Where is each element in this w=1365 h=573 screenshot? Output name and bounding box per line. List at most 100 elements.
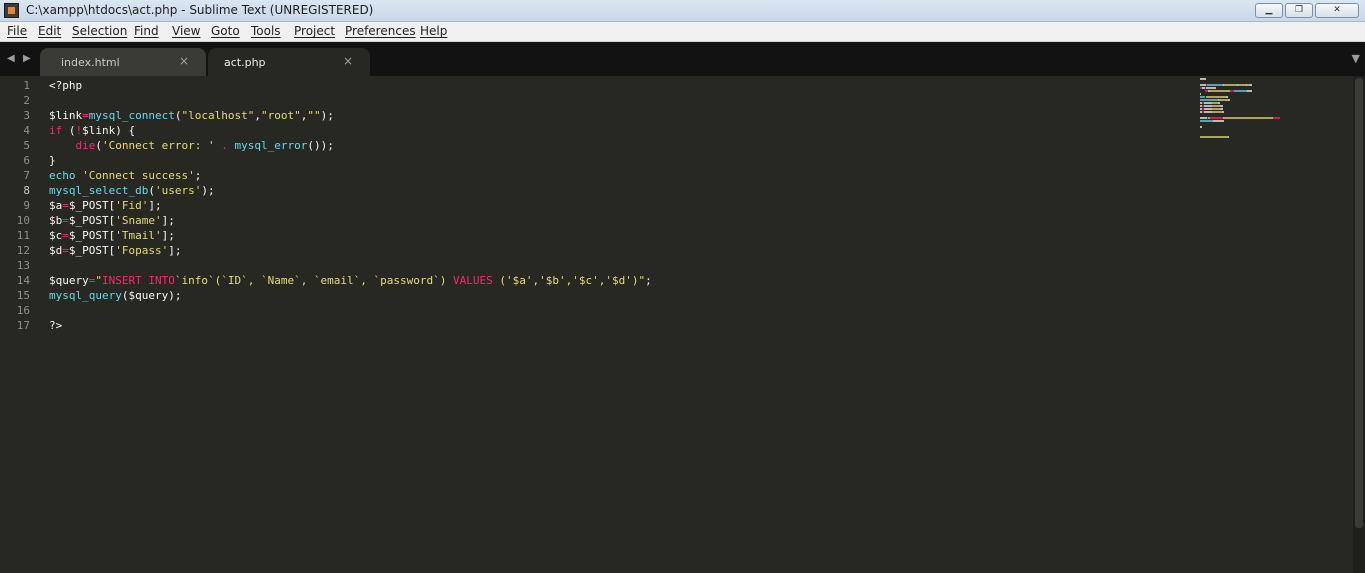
code-token: INSERT INTO bbox=[102, 274, 175, 287]
scrollbar-thumb[interactable] bbox=[1355, 78, 1363, 528]
code-token: . bbox=[214, 139, 235, 152]
minimap-segment bbox=[1209, 117, 1223, 119]
code-token: $_POST[ bbox=[68, 214, 116, 227]
menu-help[interactable]: Help bbox=[420, 24, 447, 38]
line-number: 16 bbox=[16, 304, 30, 317]
minimap-segment bbox=[1246, 90, 1252, 92]
tab-close-icon[interactable]: × bbox=[179, 54, 189, 68]
code-token: $_POST[ bbox=[68, 244, 116, 257]
code-token: $link bbox=[49, 109, 83, 122]
minimap-segment bbox=[1203, 111, 1212, 113]
code-token: mysql_error bbox=[234, 139, 308, 152]
code-line[interactable]: mysql_query($query); bbox=[49, 288, 652, 303]
code-token: = bbox=[62, 244, 69, 257]
vertical-scrollbar[interactable] bbox=[1353, 76, 1365, 573]
code-token: 'users' bbox=[154, 184, 202, 197]
code-token: ('$a','$b','$c','$d')" bbox=[492, 274, 646, 287]
code-token: $_POST[ bbox=[68, 229, 116, 242]
code-token: $d bbox=[49, 244, 63, 257]
code-line[interactable]: if (!$link) { bbox=[49, 123, 652, 138]
code-token: " bbox=[95, 274, 102, 287]
maximize-button[interactable]: ❐ bbox=[1285, 3, 1313, 18]
tab-close-icon[interactable]: × bbox=[343, 54, 353, 68]
code-line[interactable]: } bbox=[49, 153, 652, 168]
menu-selection[interactable]: Selection bbox=[72, 24, 127, 38]
minimap-segment bbox=[1226, 96, 1228, 98]
close-button[interactable]: ✕ bbox=[1315, 3, 1359, 18]
tab-act-php[interactable]: act.php × bbox=[208, 48, 370, 76]
code-line[interactable]: mysql_select_db('users'); bbox=[49, 183, 652, 198]
menu-find[interactable]: Find bbox=[134, 24, 159, 38]
code-token: 'Fopass' bbox=[115, 244, 169, 257]
menu-goto[interactable]: Goto bbox=[211, 24, 240, 38]
code-line[interactable]: $d=$_POST['Fopass']; bbox=[49, 243, 652, 258]
code-line[interactable]: die('Connect error: ' . mysql_error()); bbox=[49, 138, 652, 153]
tab-label: act.php bbox=[224, 56, 266, 69]
code-line[interactable]: echo 'Connect success'; bbox=[49, 168, 652, 183]
line-number: 8 bbox=[23, 184, 30, 197]
minimap-segment bbox=[1200, 99, 1218, 101]
menu-file[interactable]: File bbox=[7, 24, 27, 38]
code-token: ]; bbox=[161, 214, 175, 227]
menu-edit[interactable]: Edit bbox=[38, 24, 61, 38]
code-line[interactable]: $c=$_POST['Tmail']; bbox=[49, 228, 652, 243]
line-number: 2 bbox=[23, 94, 30, 107]
code-line[interactable]: ?> bbox=[49, 318, 652, 333]
minimize-button[interactable]: ▁ bbox=[1255, 3, 1283, 18]
line-number: 10 bbox=[16, 214, 30, 227]
tab-index-html[interactable]: index.html × bbox=[40, 48, 206, 76]
minimap-segment bbox=[1220, 105, 1223, 107]
code-token: ); bbox=[320, 109, 334, 122]
code-token: mysql_select_db bbox=[49, 184, 149, 197]
code-token: ); bbox=[201, 184, 215, 197]
code-token: ]; bbox=[161, 229, 175, 242]
code-line[interactable] bbox=[49, 93, 652, 108]
menu-project[interactable]: Project bbox=[294, 24, 335, 38]
code-line[interactable]: $a=$_POST['Fid']; bbox=[49, 198, 652, 213]
line-number-gutter: 1 2 3 4 5 6 7 8 9 10 11 12 13 14 15 16 17 bbox=[0, 78, 30, 333]
minimap-segment bbox=[1223, 84, 1238, 86]
minimap-segment bbox=[1200, 136, 1228, 138]
code-token: "root" bbox=[260, 109, 301, 122]
menu-bar: File Edit Selection Find View Goto Tools… bbox=[0, 22, 1365, 42]
line-number: 14 bbox=[16, 274, 30, 287]
code-line[interactable]: $query="INSERT INTO`info`(`ID`, `Name`, … bbox=[49, 273, 652, 288]
code-token: `info`(`ID`, `Name`, `email`, `password`… bbox=[174, 274, 454, 287]
minimap-segment bbox=[1233, 90, 1247, 92]
minimap-segment bbox=[1220, 108, 1223, 110]
line-number: 7 bbox=[23, 169, 30, 182]
code-line[interactable]: $b=$_POST['Sname']; bbox=[49, 213, 652, 228]
line-number: 11 bbox=[16, 229, 30, 242]
code-line[interactable]: <?php bbox=[49, 78, 652, 93]
minimap-segment bbox=[1200, 117, 1208, 119]
code-token: $_POST[ bbox=[68, 199, 116, 212]
line-number: 12 bbox=[16, 244, 30, 257]
code-line[interactable]: $link=mysql_connect("localhost","root","… bbox=[49, 108, 652, 123]
minimap-segment bbox=[1213, 120, 1224, 122]
menu-view[interactable]: View bbox=[172, 24, 200, 38]
code-token: 'Connect success' bbox=[82, 169, 195, 182]
tab-overflow-icon[interactable]: ▼ bbox=[1352, 52, 1360, 65]
code-token: 'Sname' bbox=[115, 214, 162, 227]
minimap-segment bbox=[1211, 105, 1221, 107]
menu-tools[interactable]: Tools bbox=[251, 24, 281, 38]
code-token: ; bbox=[194, 169, 202, 182]
tab-label: index.html bbox=[61, 56, 120, 69]
code-token: "" bbox=[307, 109, 321, 122]
code-token: <?php bbox=[49, 79, 83, 92]
minimap-segment bbox=[1203, 102, 1212, 104]
code-line[interactable] bbox=[49, 303, 652, 318]
minimap-segment bbox=[1211, 108, 1221, 110]
minimap-line bbox=[1200, 114, 1300, 116]
minimap[interactable] bbox=[1200, 78, 1300, 138]
code-token: $query bbox=[49, 274, 89, 287]
minimap-line bbox=[1200, 123, 1300, 125]
line-number: 15 bbox=[16, 289, 30, 302]
code-editor[interactable]: 1 2 3 4 5 6 7 8 9 10 11 12 13 14 15 16 17 <?php $link=mys… bbox=[0, 76, 1365, 573]
tab-forward-arrow-icon[interactable]: ▶ bbox=[23, 53, 31, 64]
tab-back-arrow-icon[interactable]: ◀ bbox=[7, 53, 15, 64]
code-line[interactable] bbox=[49, 258, 652, 273]
menu-preferences[interactable]: Preferences bbox=[345, 24, 416, 38]
code-area[interactable]: <?php $link=mysql_connect("localhost","ro… bbox=[49, 78, 652, 333]
